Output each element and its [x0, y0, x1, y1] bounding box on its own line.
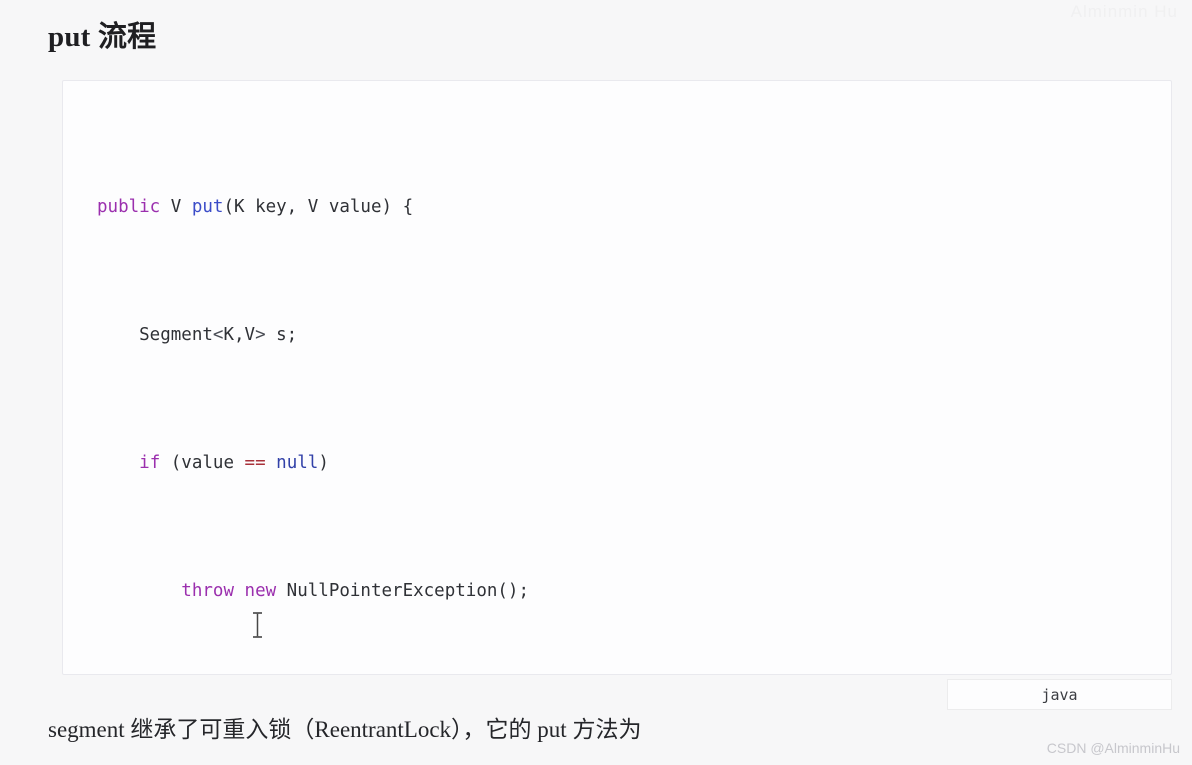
- code-line: Segment<K,V> s;: [97, 325, 298, 345]
- code-language-badge[interactable]: java: [947, 679, 1172, 710]
- code-block-body[interactable]: public V put(K key, V value) { Segment<K…: [63, 81, 1171, 674]
- page-title: put 流程: [48, 21, 157, 53]
- body-paragraph: segment 继承了可重入锁（ReentrantLock），它的 put 方法…: [48, 717, 642, 742]
- code-line: if (value == null): [139, 453, 329, 473]
- code-block-card: public V put(K key, V value) { Segment<K…: [62, 80, 1172, 675]
- code-line: public V put(K key, V value) {: [97, 197, 414, 217]
- watermark-bottom-right: CSDN @AlminminHu: [1046, 740, 1180, 756]
- code-line: throw new NullPointerException();: [181, 581, 530, 601]
- watermark-top-right: Alminmin Hu: [1070, 2, 1178, 21]
